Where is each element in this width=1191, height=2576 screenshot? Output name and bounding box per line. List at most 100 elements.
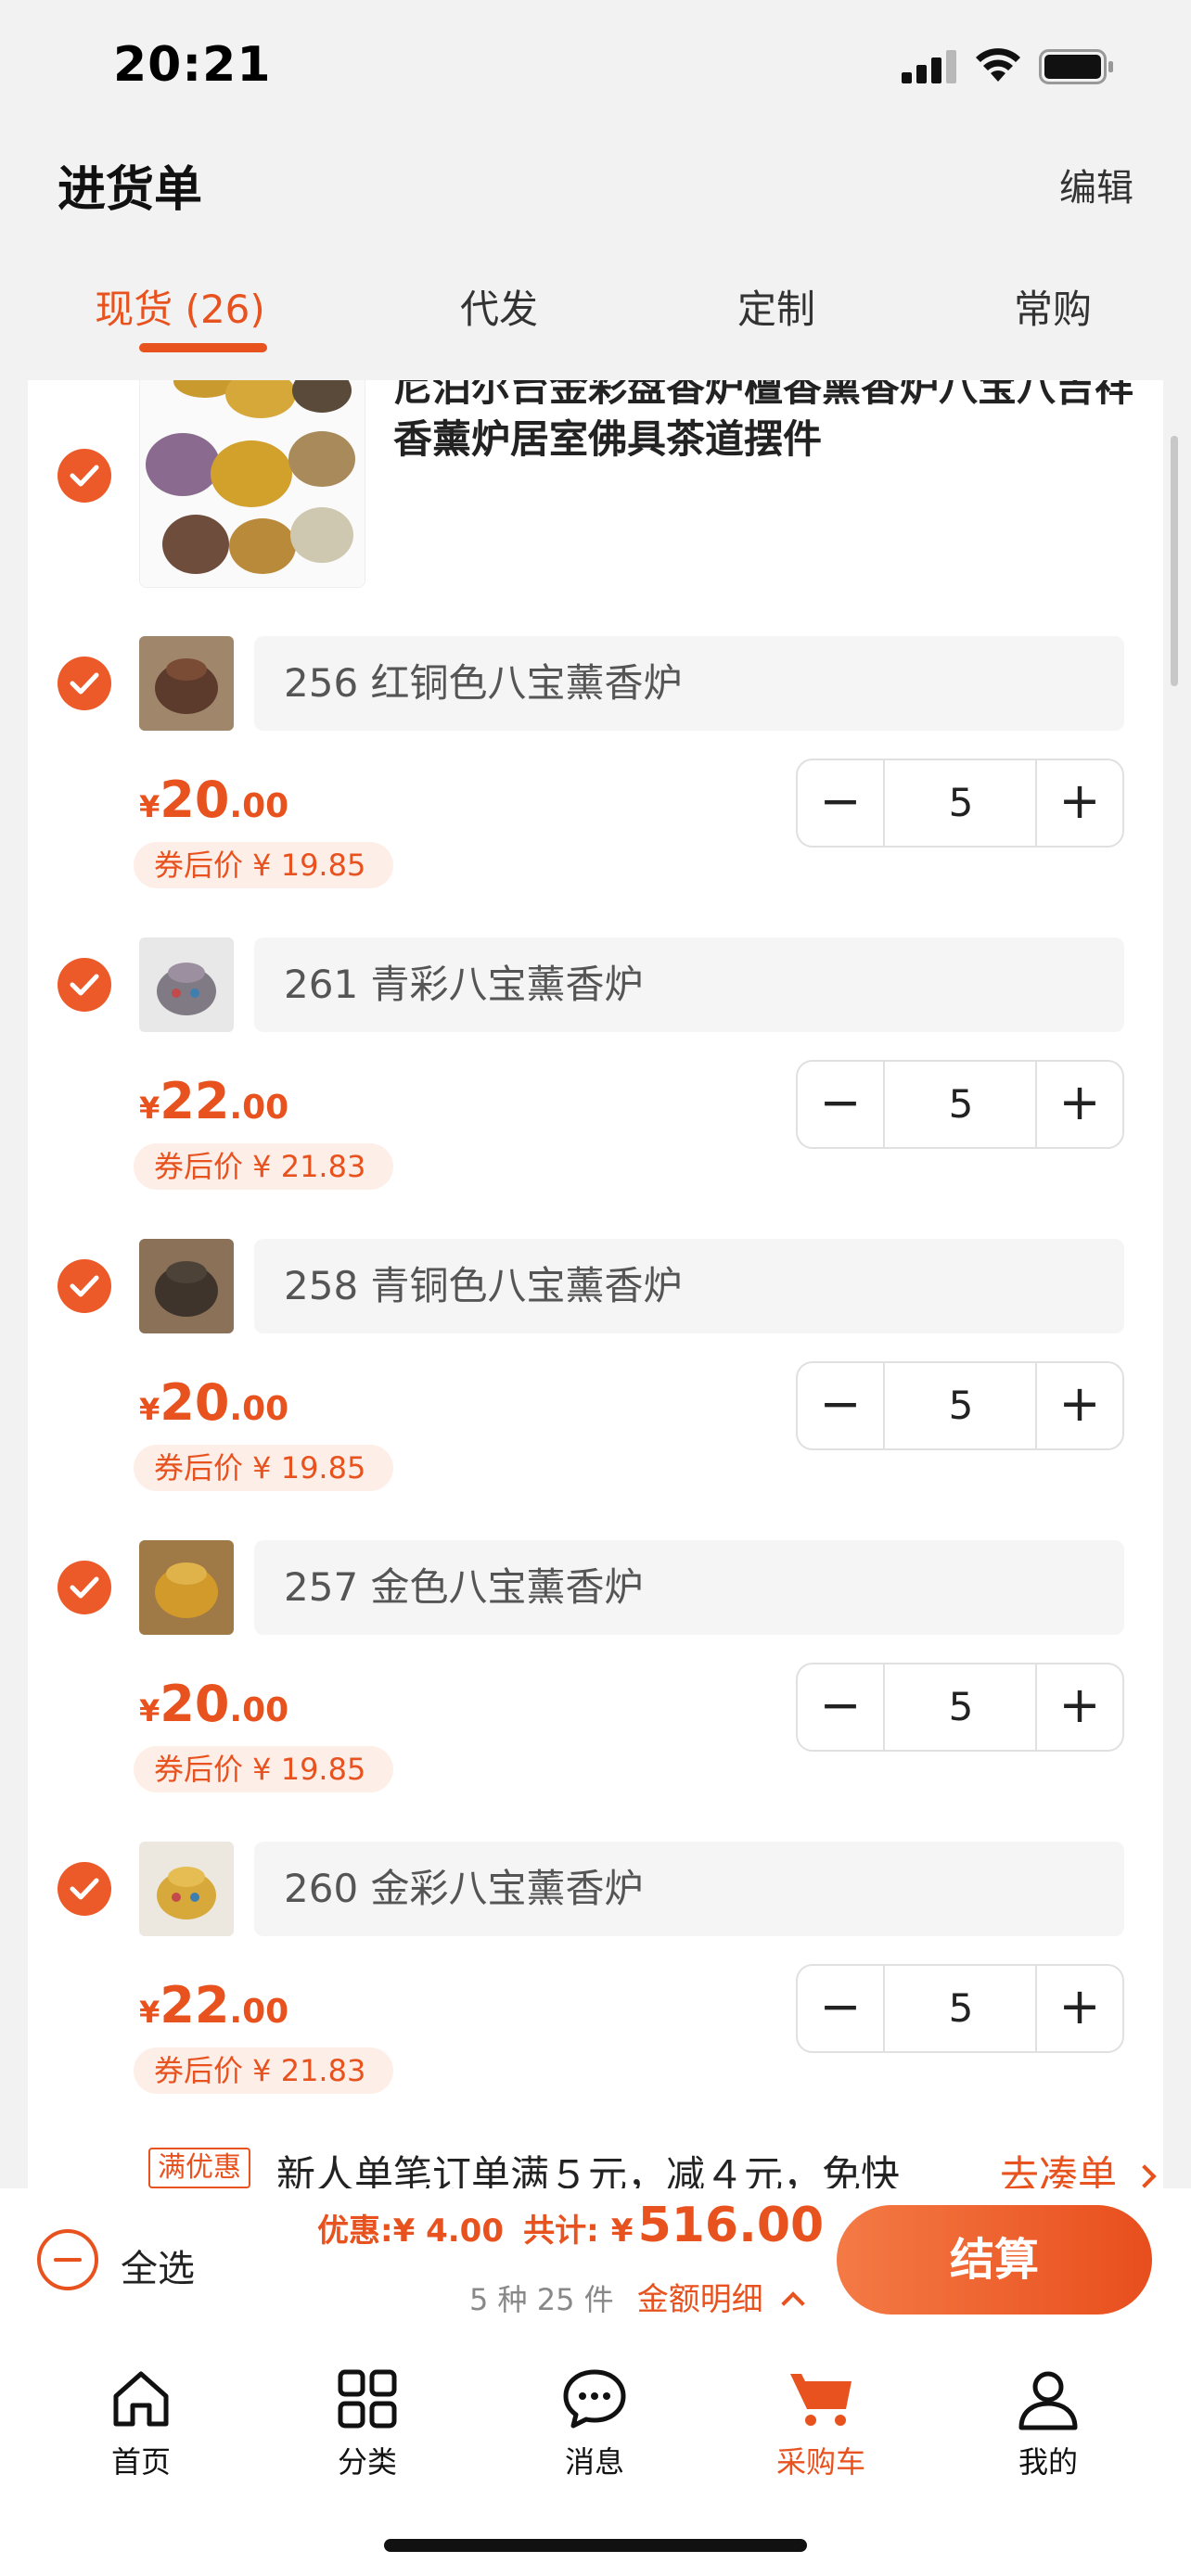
sku-image[interactable]	[139, 1540, 234, 1635]
check-icon	[70, 465, 99, 487]
battery-icon	[1039, 49, 1113, 84]
sku-name[interactable]: 257 金色八宝薰香炉	[254, 1540, 1124, 1635]
coupon-price: 券后价 ¥ 19.85	[134, 1445, 394, 1491]
decrease-button[interactable]: −	[798, 1062, 885, 1147]
sku-row: 260 金彩八宝薰香炉 ¥22.00 券后价 ¥ 21.83 − 5 +	[28, 1842, 1163, 2143]
sku-name[interactable]: 258 青铜色八宝薰香炉	[254, 1239, 1124, 1333]
checkout-bar: 全选 优惠:¥ 4.00 共计: ¥ 516.00 5 种 25 件 金额明细 …	[0, 2188, 1191, 2327]
select-all-label[interactable]: 全选	[121, 2238, 195, 2292]
sku-image[interactable]	[139, 1842, 234, 1936]
quantity-input[interactable]: 5	[887, 1062, 1035, 1147]
sku-price: ¥20.00	[139, 1373, 289, 1432]
decrease-button[interactable]: −	[798, 1966, 885, 2051]
increase-button[interactable]: +	[1035, 1664, 1122, 1750]
quantity-stepper: − 5 +	[796, 1361, 1124, 1450]
tab-active-indicator	[139, 343, 267, 352]
coupon-price: 券后价 ¥ 21.83	[134, 1143, 394, 1190]
chevron-up-icon[interactable]	[781, 2291, 805, 2315]
quantity-stepper: − 5 +	[796, 1060, 1124, 1149]
increase-button[interactable]: +	[1035, 760, 1122, 846]
quantity-stepper: − 5 +	[796, 1964, 1124, 2053]
total-amount: 516.00	[637, 2198, 825, 2253]
sku-checkbox[interactable]	[58, 1259, 111, 1313]
tabbar-item-category[interactable]: 分类	[293, 2365, 442, 2481]
product-title[interactable]: 尼泊尔台金彩盘香炉檀香熏香炉八宝八吉祥香薰炉居室佛具茶道摆件	[393, 380, 1154, 465]
coupon-price: 券后价 ¥ 19.85	[134, 842, 394, 888]
tabbar-item-profile[interactable]: 我的	[974, 2365, 1122, 2481]
increase-button[interactable]: +	[1035, 1966, 1122, 2051]
status-time: 20:21	[113, 37, 272, 93]
sku-price: ¥20.00	[139, 1675, 289, 1733]
check-icon	[70, 1576, 99, 1599]
sku-row: 256 红铜色八宝薰香炉 ¥20.00 券后价 ¥ 19.85 − 5 +	[28, 636, 1163, 937]
tabs: 现货 (26) 代发 定制 常购	[0, 269, 1191, 371]
sku-row: 261 青彩八宝薰香炉 ¥22.00 券后价 ¥ 21.83 − 5 +	[28, 937, 1163, 1239]
sku-name[interactable]: 261 青彩八宝薰香炉	[254, 937, 1124, 1032]
quantity-input[interactable]: 5	[887, 1966, 1035, 2051]
home-icon	[113, 2371, 169, 2427]
tab-frequent[interactable]: 常购	[1014, 278, 1092, 335]
sku-checkbox[interactable]	[58, 958, 111, 1012]
status-bar: 20:21	[0, 0, 1191, 139]
sku-checkbox[interactable]	[58, 657, 111, 710]
tabbar-item-messages[interactable]: 消息	[520, 2365, 669, 2481]
sku-price: ¥20.00	[139, 771, 289, 829]
check-icon	[70, 1878, 99, 1900]
cart-icon	[790, 2374, 852, 2426]
product-checkbox[interactable]	[58, 449, 111, 503]
grid-icon	[338, 2369, 397, 2429]
sku-checkbox[interactable]	[58, 1862, 111, 1916]
tab-in-stock[interactable]: 现货 (26)	[95, 278, 265, 335]
promo-text: 新人单笔订单满５元，减４元，免快	[276, 2152, 901, 2188]
product-image[interactable]	[139, 380, 365, 588]
check-icon	[70, 672, 99, 695]
decrease-button[interactable]: −	[798, 760, 885, 846]
coupon-price: 券后价 ¥ 21.83	[134, 2047, 394, 2094]
check-icon	[70, 974, 99, 996]
scrollbar[interactable]	[1171, 436, 1178, 686]
tabbar-item-cart[interactable]: 采购车	[747, 2365, 895, 2481]
signal-icon	[902, 48, 957, 83]
sku-name[interactable]: 256 红铜色八宝薰香炉	[254, 636, 1124, 731]
product-header: 尼泊尔台金彩盘香炉檀香熏香炉八宝八吉祥香薰炉居室佛具茶道摆件	[28, 380, 1163, 603]
count-summary: 5 种 25 件 金额明细	[469, 2274, 805, 2319]
sku-image[interactable]	[139, 937, 234, 1032]
coupon-price: 券后价 ¥ 19.85	[134, 1746, 394, 1792]
page-title: 进货单	[58, 162, 203, 218]
message-icon	[563, 2369, 626, 2429]
edit-button[interactable]: 编辑	[1059, 158, 1133, 211]
promo-tag: 满优惠	[148, 2148, 250, 2188]
quantity-input[interactable]: 5	[887, 760, 1035, 846]
check-icon	[70, 1275, 99, 1297]
header: 进货单 编辑	[0, 139, 1191, 232]
select-all-checkbox[interactable]	[37, 2229, 98, 2290]
decrease-button[interactable]: −	[798, 1363, 885, 1448]
product-card: 尼泊尔台金彩盘香炉檀香熏香炉八宝八吉祥香薰炉居室佛具茶道摆件 256 红铜色八宝…	[28, 380, 1163, 2188]
sku-image[interactable]	[139, 636, 234, 731]
sku-price: ¥22.00	[139, 1976, 289, 2034]
sku-image[interactable]	[139, 1239, 234, 1333]
quantity-input[interactable]: 5	[887, 1664, 1035, 1750]
item-count: 5 种 25 件	[469, 2282, 614, 2317]
sku-price: ¥22.00	[139, 1072, 289, 1130]
quantity-stepper: − 5 +	[796, 1663, 1124, 1752]
amount-detail-link[interactable]: 金额明细	[637, 2281, 763, 2318]
checkout-button[interactable]: 结算	[837, 2205, 1152, 2315]
wifi-icon	[976, 48, 1020, 82]
sku-name[interactable]: 260 金彩八宝薰香炉	[254, 1842, 1124, 1936]
decrease-button[interactable]: −	[798, 1664, 885, 1750]
user-icon	[1018, 2371, 1078, 2430]
increase-button[interactable]: +	[1035, 1363, 1122, 1448]
add-more-link[interactable]: 去凑单	[1000, 2144, 1158, 2188]
home-indicator	[384, 2539, 807, 2552]
quantity-stepper: − 5 +	[796, 759, 1124, 848]
tab-custom[interactable]: 定制	[737, 278, 815, 335]
increase-button[interactable]: +	[1035, 1062, 1122, 1147]
sku-row: 258 青铜色八宝薰香炉 ¥20.00 券后价 ¥ 19.85 − 5 +	[28, 1239, 1163, 1540]
tab-dropship[interactable]: 代发	[460, 278, 538, 335]
sku-checkbox[interactable]	[58, 1561, 111, 1614]
quantity-input[interactable]: 5	[887, 1363, 1035, 1448]
chevron-right-icon	[1133, 2164, 1158, 2188]
total-summary: 优惠:¥ 4.00 共计: ¥ 516.00	[317, 2198, 825, 2253]
tabbar-item-home[interactable]: 首页	[67, 2365, 215, 2481]
